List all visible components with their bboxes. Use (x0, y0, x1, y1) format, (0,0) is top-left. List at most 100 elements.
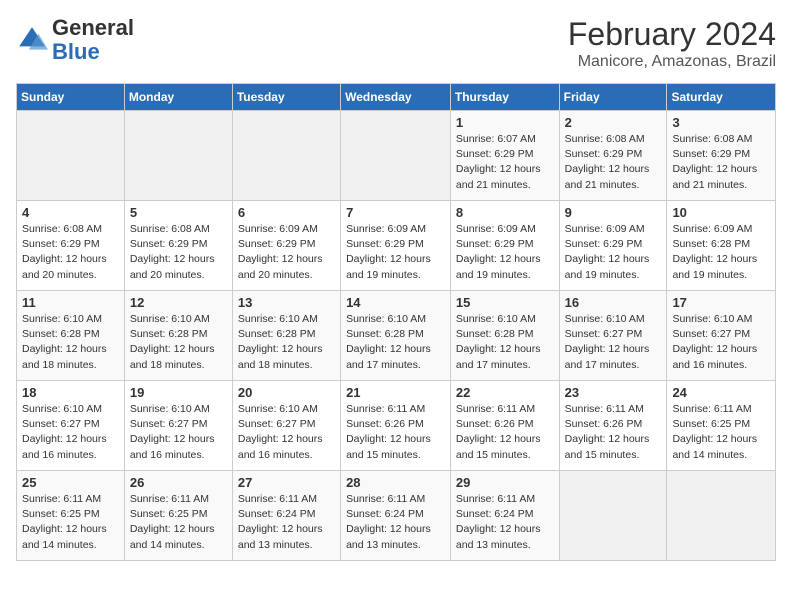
day-number: 10 (672, 205, 770, 220)
day-info: Sunrise: 6:11 AM Sunset: 6:24 PM Dayligh… (238, 492, 335, 553)
calendar-cell: 24 Sunrise: 6:11 AM Sunset: 6:25 PM Dayli… (667, 381, 776, 471)
calendar-cell: 2 Sunrise: 6:08 AM Sunset: 6:29 PM Daylig… (559, 111, 667, 201)
logo-blue-text: Blue (52, 39, 100, 64)
calendar-cell: 22Sunrise: 6:11 AM Sunset: 6:26 PM Dayli… (450, 381, 559, 471)
day-header-monday: Monday (124, 84, 232, 111)
day-info: Sunrise: 6:09 AM Sunset: 6:28 PM Dayligh… (672, 222, 770, 283)
location-subtitle: Manicore, Amazonas, Brazil (568, 53, 776, 71)
day-number: 4 (22, 205, 119, 220)
calendar-cell: 4 Sunrise: 6:08 AM Sunset: 6:29 PM Daylig… (17, 201, 125, 291)
calendar-cell (559, 471, 667, 561)
header-row: SundayMondayTuesdayWednesdayThursdayFrid… (17, 84, 776, 111)
day-number: 12 (130, 295, 227, 310)
logo-general-text: General (52, 15, 134, 40)
day-header-wednesday: Wednesday (341, 84, 451, 111)
day-number: 22 (456, 385, 554, 400)
calendar-cell: 15Sunrise: 6:10 AM Sunset: 6:28 PM Dayli… (450, 291, 559, 381)
calendar-cell: 18 Sunrise: 6:10 AM Sunset: 6:27 PM Dayli… (17, 381, 125, 471)
calendar-cell: 29 Sunrise: 6:11 AM Sunset: 6:24 PM Dayli… (450, 471, 559, 561)
day-info: Sunrise: 6:09 AM Sunset: 6:29 PM Dayligh… (565, 222, 662, 283)
day-info: Sunrise: 6:11 AM Sunset: 6:24 PM Dayligh… (456, 492, 554, 553)
calendar-cell: 21 Sunrise: 6:11 AM Sunset: 6:26 PM Dayli… (341, 381, 451, 471)
day-info: Sunrise: 6:11 AM Sunset: 6:26 PM Dayligh… (565, 402, 662, 463)
calendar-cell (667, 471, 776, 561)
day-info: Sunrise: 6:08 AM Sunset: 6:29 PM Dayligh… (130, 222, 227, 283)
day-number: 13 (238, 295, 335, 310)
day-header-sunday: Sunday (17, 84, 125, 111)
day-info: Sunrise: 6:11 AM Sunset: 6:24 PM Dayligh… (346, 492, 445, 553)
day-info: Sunrise: 6:08 AM Sunset: 6:29 PM Dayligh… (672, 132, 770, 193)
calendar-cell: 3 Sunrise: 6:08 AM Sunset: 6:29 PM Daylig… (667, 111, 776, 201)
day-info: Sunrise: 6:10 AM Sunset: 6:28 PM Dayligh… (238, 312, 335, 373)
day-number: 19 (130, 385, 227, 400)
day-info: Sunrise: 6:09 AM Sunset: 6:29 PM Dayligh… (456, 222, 554, 283)
logo-icon (16, 24, 48, 56)
day-number: 27 (238, 475, 335, 490)
day-info: Sunrise: 6:09 AM Sunset: 6:29 PM Dayligh… (346, 222, 445, 283)
day-header-thursday: Thursday (450, 84, 559, 111)
calendar-cell: 11 Sunrise: 6:10 AM Sunset: 6:28 PM Dayli… (17, 291, 125, 381)
day-info: Sunrise: 6:08 AM Sunset: 6:29 PM Dayligh… (22, 222, 119, 283)
day-number: 9 (565, 205, 662, 220)
calendar-cell: 26 Sunrise: 6:11 AM Sunset: 6:25 PM Dayli… (124, 471, 232, 561)
logo: General Blue (16, 16, 134, 64)
calendar-cell: 17Sunrise: 6:10 AM Sunset: 6:27 PM Dayli… (667, 291, 776, 381)
calendar-cell: 13 Sunrise: 6:10 AM Sunset: 6:28 PM Dayli… (232, 291, 340, 381)
calendar-week-2: 11 Sunrise: 6:10 AM Sunset: 6:28 PM Dayli… (17, 291, 776, 381)
day-number: 2 (565, 115, 662, 130)
day-header-friday: Friday (559, 84, 667, 111)
day-info: Sunrise: 6:11 AM Sunset: 6:25 PM Dayligh… (130, 492, 227, 553)
calendar-cell: 19Sunrise: 6:10 AM Sunset: 6:27 PM Dayli… (124, 381, 232, 471)
calendar-cell: 20 Sunrise: 6:10 AM Sunset: 6:27 PM Dayli… (232, 381, 340, 471)
day-number: 3 (672, 115, 770, 130)
day-number: 11 (22, 295, 119, 310)
calendar-cell: 27 Sunrise: 6:11 AM Sunset: 6:24 PM Dayli… (232, 471, 340, 561)
calendar-cell: 9 Sunrise: 6:09 AM Sunset: 6:29 PM Daylig… (559, 201, 667, 291)
calendar-week-1: 4 Sunrise: 6:08 AM Sunset: 6:29 PM Daylig… (17, 201, 776, 291)
day-info: Sunrise: 6:08 AM Sunset: 6:29 PM Dayligh… (565, 132, 662, 193)
day-header-saturday: Saturday (667, 84, 776, 111)
day-info: Sunrise: 6:10 AM Sunset: 6:27 PM Dayligh… (672, 312, 770, 373)
day-info: Sunrise: 6:11 AM Sunset: 6:25 PM Dayligh… (22, 492, 119, 553)
day-info: Sunrise: 6:10 AM Sunset: 6:27 PM Dayligh… (238, 402, 335, 463)
day-info: Sunrise: 6:10 AM Sunset: 6:28 PM Dayligh… (22, 312, 119, 373)
calendar-cell: 16Sunrise: 6:10 AM Sunset: 6:27 PM Dayli… (559, 291, 667, 381)
month-title: February 2024 (568, 16, 776, 53)
day-info: Sunrise: 6:10 AM Sunset: 6:27 PM Dayligh… (22, 402, 119, 463)
day-number: 28 (346, 475, 445, 490)
day-number: 21 (346, 385, 445, 400)
calendar-table: SundayMondayTuesdayWednesdayThursdayFrid… (16, 83, 776, 561)
calendar-cell (341, 111, 451, 201)
calendar-week-4: 25Sunrise: 6:11 AM Sunset: 6:25 PM Dayli… (17, 471, 776, 561)
day-number: 29 (456, 475, 554, 490)
day-number: 24 (672, 385, 770, 400)
day-number: 15 (456, 295, 554, 310)
day-number: 5 (130, 205, 227, 220)
day-number: 18 (22, 385, 119, 400)
calendar-cell: 23 Sunrise: 6:11 AM Sunset: 6:26 PM Dayli… (559, 381, 667, 471)
calendar-week-0: 1 Sunrise: 6:07 AM Sunset: 6:29 PM Daylig… (17, 111, 776, 201)
calendar-cell: 14Sunrise: 6:10 AM Sunset: 6:28 PM Dayli… (341, 291, 451, 381)
title-area: February 2024 Manicore, Amazonas, Brazil (568, 16, 776, 71)
day-number: 7 (346, 205, 445, 220)
day-info: Sunrise: 6:10 AM Sunset: 6:28 PM Dayligh… (346, 312, 445, 373)
header: General Blue February 2024 Manicore, Ama… (16, 16, 776, 71)
day-number: 23 (565, 385, 662, 400)
day-info: Sunrise: 6:09 AM Sunset: 6:29 PM Dayligh… (238, 222, 335, 283)
calendar-cell: 7 Sunrise: 6:09 AM Sunset: 6:29 PM Daylig… (341, 201, 451, 291)
calendar-cell: 5 Sunrise: 6:08 AM Sunset: 6:29 PM Daylig… (124, 201, 232, 291)
day-number: 16 (565, 295, 662, 310)
day-info: Sunrise: 6:11 AM Sunset: 6:26 PM Dayligh… (346, 402, 445, 463)
day-info: Sunrise: 6:11 AM Sunset: 6:25 PM Dayligh… (672, 402, 770, 463)
day-number: 6 (238, 205, 335, 220)
calendar-cell (232, 111, 340, 201)
day-number: 26 (130, 475, 227, 490)
calendar-cell: 10 Sunrise: 6:09 AM Sunset: 6:28 PM Dayli… (667, 201, 776, 291)
day-info: Sunrise: 6:07 AM Sunset: 6:29 PM Dayligh… (456, 132, 554, 193)
day-number: 1 (456, 115, 554, 130)
calendar-cell (17, 111, 125, 201)
calendar-cell: 28 Sunrise: 6:11 AM Sunset: 6:24 PM Dayli… (341, 471, 451, 561)
calendar-cell: 8Sunrise: 6:09 AM Sunset: 6:29 PM Daylig… (450, 201, 559, 291)
day-number: 20 (238, 385, 335, 400)
day-info: Sunrise: 6:10 AM Sunset: 6:28 PM Dayligh… (130, 312, 227, 373)
